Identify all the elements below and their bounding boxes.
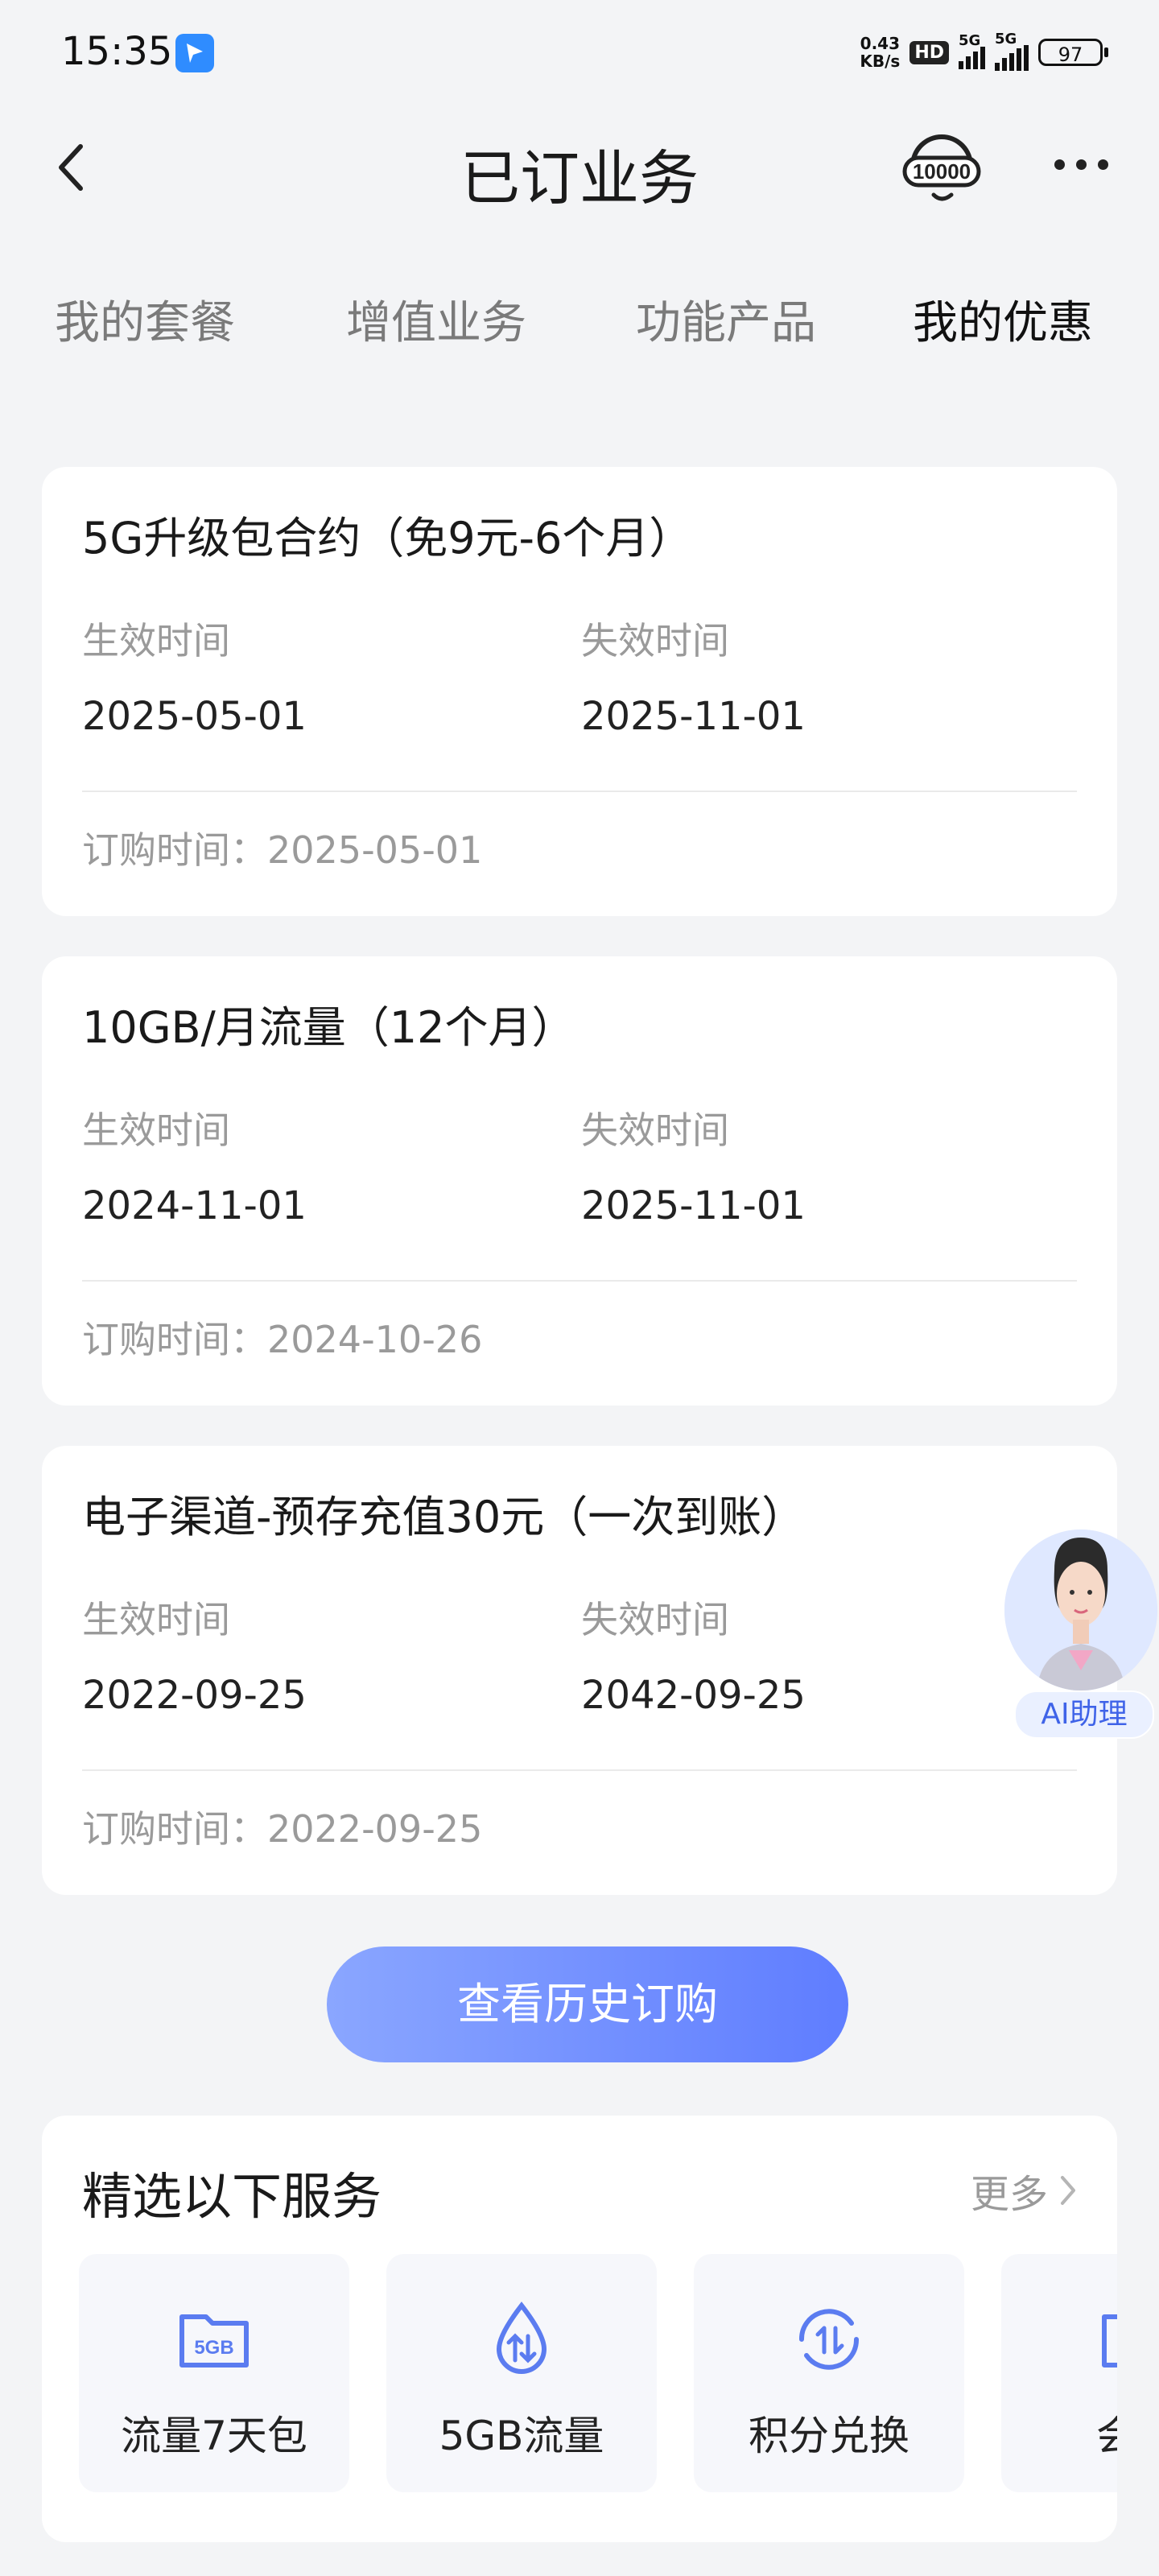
- order-date: 订购时间：2024-10-26: [82, 1318, 483, 1361]
- network-type-label-2: 5G: [995, 31, 1017, 47]
- start-date-value: 2022-09-25: [82, 1673, 307, 1718]
- data-pack-badge: 5GB: [194, 2337, 233, 2359]
- page-title: 已订业务: [460, 144, 699, 213]
- order-date: 订购时间：2022-09-25: [82, 1807, 483, 1851]
- network-speed-value: 0.43: [860, 34, 901, 53]
- network-speed-unit: KB/s: [860, 52, 901, 71]
- tab-my-offers[interactable]: 我的优惠: [913, 287, 1093, 352]
- start-date-label: 生效时间: [82, 619, 230, 663]
- end-date-label: 失效时间: [581, 1598, 729, 1641]
- data-pack-icon: 5GB: [179, 2314, 249, 2368]
- end-date-value: 2025-11-01: [581, 1183, 806, 1228]
- chevron-right-icon: [1061, 2176, 1075, 2205]
- membership-icon: [1102, 2314, 1117, 2368]
- more-dot: [1098, 159, 1108, 170]
- start-date-label: 生效时间: [82, 1108, 230, 1152]
- service-label: 会员: [1096, 2413, 1117, 2459]
- data-drop-icon: [496, 2301, 547, 2374]
- divider: [82, 1769, 1077, 1771]
- more-button[interactable]: [1054, 159, 1119, 179]
- customer-service-icon[interactable]: 10000: [901, 130, 982, 208]
- status-indicators: 0.43 KB/s HD 5G 5G 97: [860, 31, 1108, 72]
- order-date: 订购时间：2025-05-01: [82, 828, 483, 872]
- hd-icon: HD: [909, 40, 949, 64]
- offer-title: 电子渠道-预存充值30元（一次到账）: [82, 1492, 806, 1542]
- offer-title: 5G升级包合约（免9元-6个月）: [82, 513, 693, 564]
- end-date-label: 失效时间: [581, 1108, 729, 1152]
- ai-assistant-label: AI助理: [1014, 1690, 1154, 1739]
- active-tab-curve: [813, 338, 869, 394]
- services-title: 精选以下服务: [82, 2167, 382, 2226]
- view-history-button[interactable]: 查看历史订购: [327, 1946, 848, 2062]
- end-date-label: 失效时间: [581, 619, 729, 663]
- app-header: 已订业务 10000: [0, 113, 1159, 225]
- services-more-label: 更多: [970, 2172, 1048, 2217]
- divider: [82, 1280, 1077, 1282]
- divider: [82, 791, 1077, 792]
- offer-card[interactable]: 电子渠道-预存充值30元（一次到账） 生效时间 失效时间 2022-09-25 …: [42, 1446, 1117, 1895]
- offer-card[interactable]: 5G升级包合约（免9元-6个月） 生效时间 失效时间 2025-05-01 20…: [42, 467, 1117, 916]
- signal-icon: 5G: [959, 32, 985, 69]
- service-item-points-exchange[interactable]: 积分兑换: [694, 2254, 964, 2492]
- service-label: 流量7天包: [121, 2413, 307, 2459]
- battery-icon: 97: [1038, 39, 1108, 66]
- start-date-label: 生效时间: [82, 1598, 230, 1641]
- signal-icon-2: 5G: [995, 31, 1029, 71]
- ai-assistant-avatar: [1004, 1530, 1157, 1690]
- tab-function-products[interactable]: 功能产品: [636, 287, 816, 352]
- more-dot: [1076, 159, 1087, 170]
- services-more-link[interactable]: 更多: [971, 2162, 1077, 2219]
- featured-services-card: 精选以下服务 更多 5GB 流量7天包 5GB流量 积分兑换 会: [42, 2116, 1117, 2542]
- more-dot: [1054, 159, 1065, 170]
- offer-title: 10GB/月流量（12个月）: [82, 1002, 575, 1053]
- status-bar: 15:35 0.43 KB/s HD 5G 5G 97: [0, 0, 1159, 105]
- service-number-text: 10000: [913, 159, 971, 184]
- service-item-membership[interactable]: 会员: [1001, 2254, 1117, 2492]
- service-label: 5GB流量: [439, 2413, 604, 2459]
- ai-assistant-button[interactable]: AI助理: [1003, 1530, 1159, 1739]
- end-date-value: 2042-09-25: [581, 1673, 806, 1718]
- start-date-value: 2024-11-01: [82, 1183, 307, 1228]
- points-exchange-icon: [798, 2309, 860, 2370]
- tab-value-added[interactable]: 增值业务: [346, 287, 526, 352]
- service-item-data-7day[interactable]: 5GB 流量7天包: [79, 2254, 349, 2492]
- end-date-value: 2025-11-01: [581, 694, 806, 739]
- service-label: 积分兑换: [749, 2413, 909, 2459]
- service-item-5gb-data[interactable]: 5GB流量: [386, 2254, 657, 2492]
- status-time: 15:35: [61, 29, 173, 74]
- offer-card[interactable]: 10GB/月流量（12个月） 生效时间 失效时间 2024-11-01 2025…: [42, 956, 1117, 1406]
- tab-my-plan[interactable]: 我的套餐: [55, 287, 235, 352]
- tab-bar: 我的套餐 增值业务 功能产品 我的优惠: [0, 242, 1159, 394]
- start-date-value: 2025-05-01: [82, 694, 307, 739]
- network-type-label: 5G: [959, 32, 981, 49]
- network-speed: 0.43 KB/s: [860, 35, 900, 70]
- app-notification-icon: [175, 34, 214, 72]
